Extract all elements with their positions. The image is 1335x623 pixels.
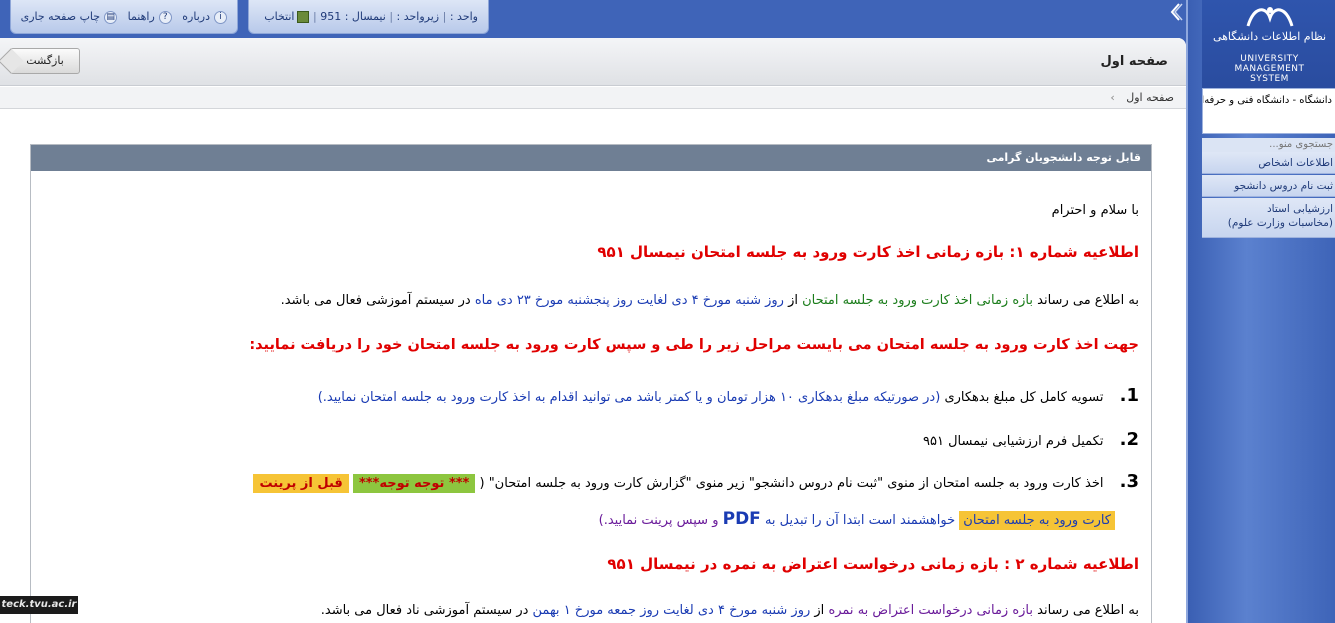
breadcrumb: صفحه اول ›	[0, 87, 1186, 109]
attention-highlight: *** توجه توجه***	[352, 474, 476, 493]
sidebar-item-teacher-evaluation[interactable]: ارزشیابی استاد (مخاسبات وزارت علوم)	[1202, 198, 1335, 238]
back-arrow-icon	[0, 48, 24, 74]
step-2: 2. تکمیل فرم ارزشیابی نیمسال ۹۵۱	[923, 429, 1139, 450]
sidebar-item-personal-info[interactable]: اطلاعات اشخاص	[1202, 152, 1335, 174]
announcement-heading: قابل توجه دانشجویان گرامی	[31, 145, 1151, 171]
greeting: با سلام و احترام	[1051, 203, 1139, 218]
back-button[interactable]: بازگشت	[0, 48, 80, 74]
step-3-cont: کارت ورود به جلسه امتحان خواهشمند است اب…	[599, 509, 1115, 530]
info-icon: i	[214, 10, 227, 24]
help-link[interactable]: ?راهنما	[128, 10, 172, 24]
chevron-left-icon: ›	[1110, 91, 1115, 104]
announcement-2-text: به اطلاع می رساند بازه زمانی درخواست اعت…	[320, 603, 1139, 618]
pdf-label: PDF	[722, 509, 761, 529]
collapse-sidebar-icon[interactable]	[1166, 2, 1186, 22]
before-print-highlight: قبل از پرینت	[253, 474, 349, 493]
sidebar: نظام اطلاعات دانشگاهی UNIVERSITY MANAGEM…	[1186, 0, 1335, 623]
select-button[interactable]: انتخاب	[264, 10, 310, 23]
logo-mark-icon	[1246, 7, 1294, 27]
print-icon: ▤	[104, 10, 118, 24]
announcement-2-title: اطلاعیه شماره ۲ : بازه زمانی درخواست اعت…	[607, 555, 1139, 573]
logo: نظام اطلاعات دانشگاهی UNIVERSITY MANAGEM…	[1202, 0, 1335, 88]
exam-card-highlight: کارت ورود به جلسه امتحان	[959, 511, 1115, 530]
announcement-1-title: اطلاعیه شماره ۱: بازه زمانی اخذ کارت ورو…	[597, 243, 1139, 261]
page-header: بازگشت صفحه اول	[0, 38, 1186, 86]
subunit-label: زیرواحد :	[396, 10, 440, 23]
breadcrumb-home[interactable]: صفحه اول	[1126, 91, 1174, 104]
steps-title: جهت اخذ کارت ورود به جلسه امتحان می بایس…	[249, 337, 1139, 353]
announcement-1-text: به اطلاع می رساند بازه زمانی اخذ کارت ور…	[280, 293, 1139, 308]
help-icon: ?	[158, 10, 172, 24]
page-title: صفحه اول	[1100, 54, 1168, 69]
step-1: 1. تسویه کامل کل مبلغ بدهکاری (در صورتیک…	[317, 385, 1139, 406]
university-name: دانشگاه - دانشگاه فنی و حرفه‌ای	[1202, 88, 1335, 134]
semester-label: نیمسال :	[344, 10, 386, 23]
announcement-panel: قابل توجه دانشجویان گرامی با سلام و احتر…	[30, 144, 1152, 623]
sidebar-item-course-registration[interactable]: ثبت نام دروس دانشجو	[1202, 175, 1335, 197]
toolbar-context: واحد : | زیرواحد : | نیمسال : 951 | انتخ…	[248, 0, 489, 34]
menu-search-input[interactable]: جستجوی منو...	[1202, 138, 1335, 152]
main-panel: بازگشت صفحه اول صفحه اول › قابل توجه دان…	[0, 38, 1186, 623]
site-watermark: teck.tvu.ac.ir	[0, 596, 78, 614]
print-link[interactable]: ▤چاپ صفحه جاری	[21, 10, 118, 24]
about-link[interactable]: iدرباره	[182, 10, 227, 24]
step-3: 3. اخذ کارت ورود به جلسه امتحان از منوی …	[253, 471, 1139, 493]
unit-label: واحد :	[449, 10, 478, 23]
select-icon	[297, 11, 310, 23]
toolbar-actions: iدرباره ?راهنما ▤چاپ صفحه جاری	[10, 0, 238, 34]
semester-value: 951	[320, 10, 342, 23]
